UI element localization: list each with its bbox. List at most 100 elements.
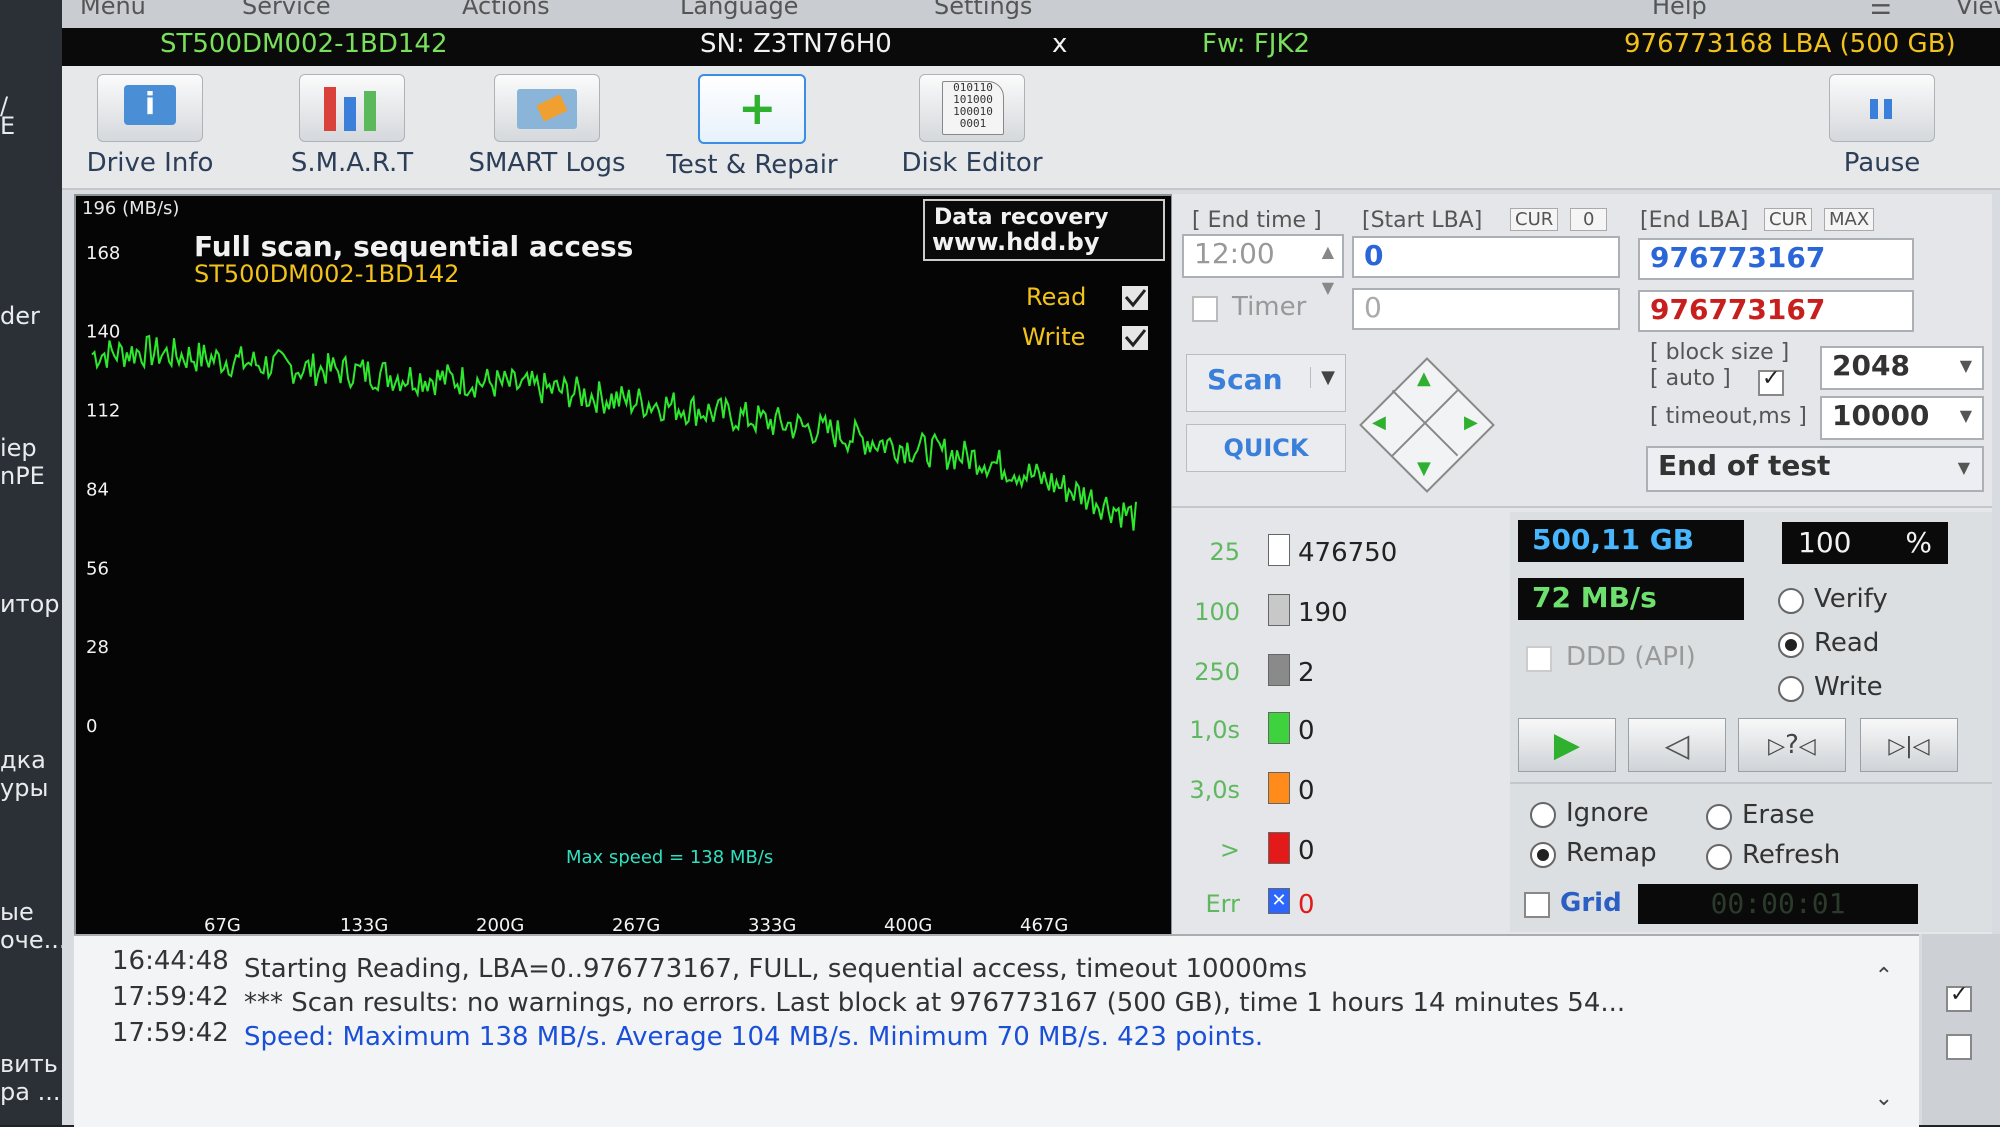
counter-value-3s: 0 — [1298, 776, 1315, 806]
x-tick-label: 200G — [476, 915, 524, 936]
erase-label: Erase — [1742, 800, 1815, 830]
size-display: 500,11 GB — [1518, 520, 1744, 562]
y-tick-label: 56 — [86, 558, 109, 579]
menu-language[interactable]: Language — [680, 0, 798, 20]
remap-radio[interactable] — [1530, 842, 1556, 868]
log-message: Starting Reading, LBA=0..976773167, FULL… — [244, 954, 1308, 984]
error-icon: ✕ — [1268, 888, 1290, 914]
pause-icon — [1829, 74, 1935, 142]
desktop-label: der — [0, 302, 40, 330]
speed-graph: 196 (MB/s) Full scan, sequential access … — [74, 194, 1173, 938]
counter-swatch — [1268, 654, 1290, 686]
drive-capacity: 976773168 LBA (500 GB) — [1624, 29, 1956, 59]
timeout-value: 10000 — [1832, 399, 1930, 432]
start-lba-input[interactable]: 0 — [1352, 236, 1620, 278]
check-icon: ✓ — [1950, 982, 1969, 1007]
end-cur-button[interactable]: CUR — [1764, 208, 1813, 231]
divider — [1172, 506, 1992, 508]
drive-model[interactable]: ST500DM002-1BD142 — [160, 29, 448, 59]
desktop-label: итор — [0, 590, 60, 618]
x-tick-label: 333G — [748, 915, 796, 936]
menu-settings[interactable]: Settings — [934, 0, 1032, 20]
quick-button[interactable]: QUICK — [1186, 424, 1346, 472]
write-radio[interactable] — [1778, 676, 1804, 702]
auto-checkbox[interactable]: ✓ — [1758, 366, 1784, 396]
scroll-down-icon[interactable]: ⌄ — [1875, 1086, 1893, 1111]
spinner-icon[interactable]: ▲ ▼ — [1322, 234, 1334, 306]
counter-threshold-err: Err — [1205, 890, 1240, 918]
max-speed-annotation: Max speed = 138 MB/s — [566, 847, 773, 868]
end-max-button[interactable]: MAX — [1824, 208, 1875, 231]
timeout-label: [ timeout,ms ] — [1650, 404, 1807, 429]
divider — [1510, 782, 1992, 784]
step-icon: ▷ — [1768, 734, 1786, 759]
x-tick-label: 267G — [612, 915, 660, 936]
grid-checkbox[interactable] — [1524, 892, 1550, 918]
ddd-checkbox[interactable] — [1526, 646, 1552, 672]
ignore-radio[interactable] — [1530, 802, 1556, 828]
arrow-left-icon[interactable]: ◀ — [1372, 412, 1386, 433]
start-cur-button[interactable]: CUR — [1510, 208, 1559, 231]
elapsed-timer: 00:00:01 — [1638, 884, 1918, 924]
view-icon[interactable]: ☰ — [1870, 0, 1892, 20]
timeout-select[interactable]: 10000 ▼ — [1820, 396, 1984, 440]
side-checkbox[interactable] — [1946, 1034, 1972, 1060]
percent-display: 100 % — [1782, 522, 1948, 564]
refresh-label: Refresh — [1742, 840, 1841, 870]
end-lba-label: [End LBA] — [1640, 208, 1749, 233]
counter-value-250: 2 — [1298, 658, 1315, 688]
counter-threshold-1s: 1,0s — [1189, 716, 1240, 744]
smart-button[interactable]: S.M.A.R.T — [272, 74, 432, 178]
victoria-window: Menu Service Actions Language Settings H… — [62, 0, 2000, 1127]
pause-label: Pause — [1843, 148, 1921, 178]
step-unknown-button[interactable]: ▷?◁ — [1738, 718, 1846, 772]
test-repair-button[interactable]: + Test & Repair — [652, 74, 852, 180]
block-size-select[interactable]: 2048 ▼ — [1820, 346, 1984, 390]
chevron-down-icon: ▼ — [1957, 458, 1970, 477]
desktop-label: дка — [0, 746, 46, 774]
menu-help[interactable]: Help — [1652, 0, 1707, 20]
end-action-select[interactable]: End of test ▼ — [1646, 446, 1984, 492]
write-label: Write — [1814, 672, 1883, 702]
back-button[interactable]: ◁ — [1628, 718, 1726, 772]
end-time-field[interactable]: 12:00 ▲ ▼ — [1182, 234, 1344, 297]
drive-info-button[interactable]: i Drive Info — [70, 74, 230, 178]
scroll-up-icon[interactable]: ⌃ — [1875, 964, 1893, 989]
verify-radio[interactable] — [1778, 588, 1804, 614]
read-legend-label: Read — [1026, 283, 1086, 311]
step-back-icon: ◁ — [1798, 734, 1816, 759]
erase-radio[interactable] — [1706, 804, 1732, 830]
scan-mode-dropdown[interactable]: Scan ▼ — [1186, 354, 1346, 412]
disk-editor-button[interactable]: 010110 101000 100010 0001 Disk Editor — [882, 74, 1062, 178]
menu-menu[interactable]: Menu — [80, 0, 146, 20]
counter-swatch — [1268, 832, 1290, 864]
end-time-value: 12:00 — [1194, 237, 1275, 270]
timer-value-field[interactable]: 0 — [1352, 288, 1620, 330]
menu-view[interactable]: View — [1956, 0, 2000, 20]
read-radio[interactable] — [1778, 632, 1804, 658]
counter-threshold-100: 100 — [1194, 598, 1240, 626]
refresh-radio[interactable] — [1706, 844, 1732, 870]
read-label: Read — [1814, 628, 1880, 658]
desktop-label: nPE — [0, 462, 45, 490]
desktop-label: оче... — [0, 926, 67, 954]
log-time: 17:59:42 — [112, 1018, 229, 1048]
side-checkbox-checked[interactable]: ✓ — [1946, 982, 1972, 1012]
close-drive-button[interactable]: x — [1052, 29, 1067, 59]
menu-actions[interactable]: Actions — [462, 0, 550, 20]
y-tick-label: 112 — [86, 401, 120, 422]
desktop-label: ра ... — [0, 1078, 61, 1106]
start-zero-button[interactable]: 0 — [1570, 208, 1608, 231]
smart-logs-button[interactable]: SMART Logs — [457, 74, 637, 178]
toolbar: i Drive Info S.M.A.R.T SMART Logs + Test… — [62, 66, 2000, 190]
arrow-up-icon[interactable]: ▲ — [1417, 368, 1431, 389]
arrow-right-icon[interactable]: ▶ — [1464, 412, 1478, 433]
folder-icon — [494, 74, 600, 142]
end-lba-input[interactable]: 976773167 — [1638, 238, 1914, 280]
pause-button[interactable]: Pause — [1812, 74, 1952, 178]
timer-checkbox[interactable] — [1192, 296, 1218, 322]
menu-service[interactable]: Service — [242, 0, 331, 20]
arrow-down-icon[interactable]: ▼ — [1417, 458, 1431, 479]
skip-end-button[interactable]: ▷|◁ — [1860, 718, 1958, 772]
play-button[interactable]: ▶ — [1518, 718, 1616, 772]
